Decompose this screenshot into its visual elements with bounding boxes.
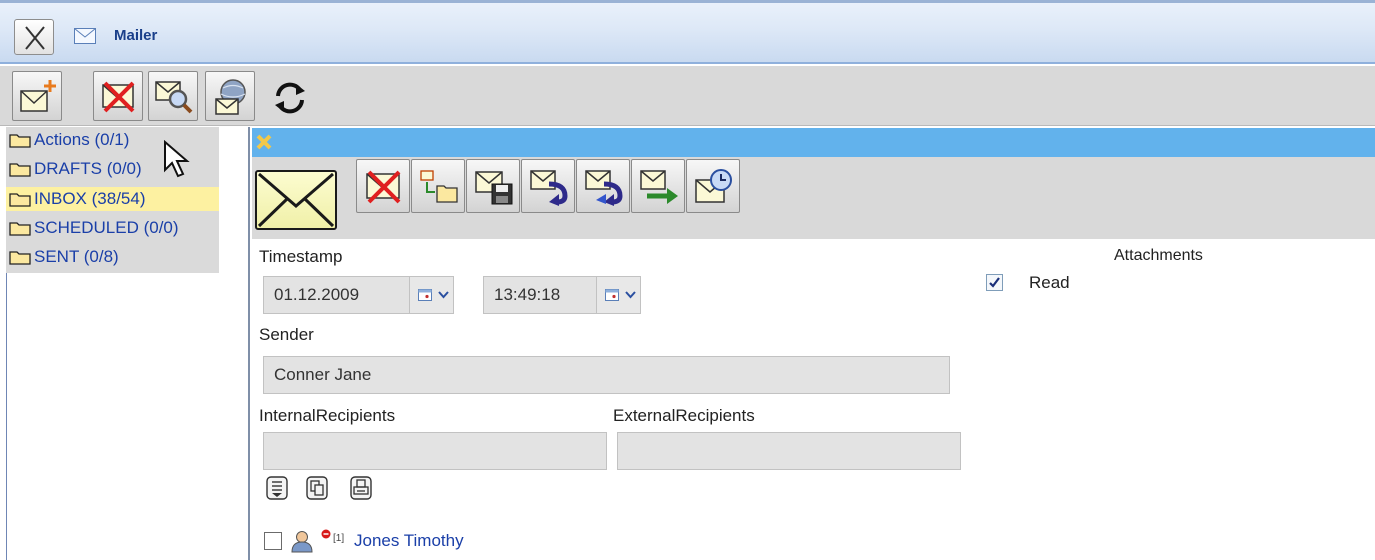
delete-mail-icon	[102, 81, 135, 113]
folder-icon	[9, 222, 31, 236]
folder-label: SCHEDULED (0/0)	[34, 218, 179, 237]
main-toolbar	[0, 66, 1375, 126]
time-field[interactable]: 13:49:18	[483, 276, 597, 314]
internal-recipients-field[interactable]	[263, 432, 607, 470]
new-mail-icon	[20, 80, 56, 112]
reply-all-icon	[585, 170, 623, 206]
schedule-mail-icon	[695, 169, 732, 203]
copy-icon[interactable]	[306, 476, 328, 500]
close-icon	[25, 26, 45, 50]
reply-button[interactable]	[521, 159, 575, 213]
save-mail-icon	[475, 171, 513, 205]
print-icon[interactable]	[350, 476, 372, 500]
timestamp-label: Timestamp	[259, 247, 343, 266]
schedule-button[interactable]	[686, 159, 740, 213]
folder-inbox[interactable]: INBOX (38/54)	[6, 187, 219, 211]
globe-mail-icon	[215, 79, 246, 115]
folder-icon	[9, 193, 31, 207]
chevron-down-icon	[438, 291, 449, 299]
attachments-label: Attachments	[1114, 247, 1203, 264]
date-field[interactable]: 01.12.2009	[263, 276, 410, 314]
envelope-icon	[74, 28, 96, 44]
folder-label: SENT (0/8)	[34, 247, 119, 266]
mouse-cursor-icon	[164, 140, 190, 178]
checkmark-icon	[989, 277, 1000, 288]
message-envelope-icon	[255, 170, 337, 230]
folder-scheduled[interactable]: SCHEDULED (0/0)	[6, 216, 219, 240]
read-label: Read	[1029, 273, 1070, 292]
close-message-icon[interactable]	[255, 133, 273, 151]
save-message-button[interactable]	[466, 159, 520, 213]
pane-divider[interactable]	[248, 127, 250, 560]
unread-marker-icon	[321, 529, 331, 539]
recipient-checkbox[interactable]	[264, 532, 282, 550]
search-mail-icon	[155, 81, 193, 114]
sender-field[interactable]: Conner Jane	[263, 356, 950, 394]
reply-icon	[530, 170, 568, 206]
date-picker-button[interactable]	[410, 276, 454, 314]
global-mail-button[interactable]	[205, 71, 255, 121]
app-title: Mailer	[114, 27, 158, 44]
calendar-icon	[418, 289, 432, 301]
search-mail-button[interactable]	[148, 71, 198, 121]
external-recipients-label: ExternalRecipients	[613, 406, 755, 425]
user-icon	[291, 531, 313, 553]
chevron-down-icon	[625, 291, 636, 299]
time-picker-button[interactable]	[597, 276, 641, 314]
folder-sent[interactable]: SENT (0/8)	[6, 245, 219, 269]
move-folder-icon	[420, 170, 458, 203]
delete-message-button[interactable]	[356, 159, 410, 213]
external-recipients-field[interactable]	[617, 432, 961, 470]
delete-mail-button[interactable]	[93, 71, 143, 121]
message-header-bar	[252, 128, 1375, 157]
forward-button[interactable]	[631, 159, 685, 213]
forward-icon	[640, 170, 678, 204]
calendar-icon	[605, 289, 619, 301]
recipient-marker: [1]	[333, 533, 345, 544]
refresh-button[interactable]	[270, 78, 310, 118]
pane-border	[6, 273, 7, 560]
folder-icon	[9, 134, 31, 148]
recipient-name-link[interactable]: Jones Timothy	[354, 531, 464, 551]
read-checkbox[interactable]	[986, 274, 1003, 291]
folder-icon	[9, 163, 31, 177]
internal-recipients-label: InternalRecipients	[259, 406, 396, 425]
folder-icon	[9, 251, 31, 265]
folder-label: Actions (0/1)	[34, 130, 130, 149]
folder-label: DRAFTS (0/0)	[34, 159, 142, 178]
close-button[interactable]	[14, 19, 54, 55]
refresh-icon	[275, 82, 305, 114]
folder-label: INBOX (38/54)	[34, 189, 146, 208]
sender-label: Sender	[259, 325, 314, 344]
delete-mail-icon	[366, 170, 401, 204]
new-mail-button[interactable]	[12, 71, 62, 121]
title-bar	[0, 0, 1375, 64]
reply-all-button[interactable]	[576, 159, 630, 213]
select-all-icon[interactable]	[266, 476, 288, 500]
move-to-folder-button[interactable]	[411, 159, 465, 213]
